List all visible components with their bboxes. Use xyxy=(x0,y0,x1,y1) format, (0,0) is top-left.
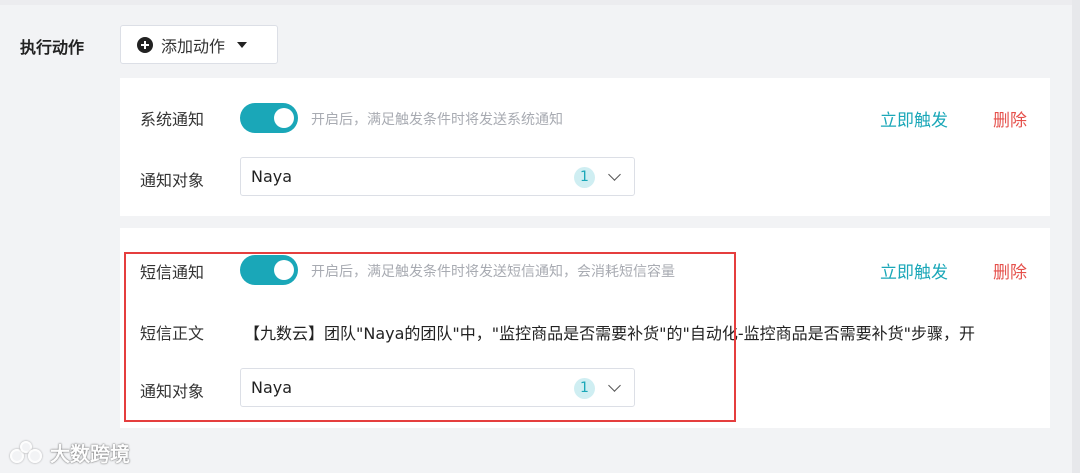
add-action-label: 添加动作 xyxy=(161,36,226,56)
system-target-value: Naya xyxy=(251,167,293,186)
watermark-logo-icon xyxy=(8,439,44,467)
add-action-button[interactable]: 添加动作 xyxy=(120,25,278,64)
system-notification-hint: 开启后，满足触发条件时将发送系统通知 xyxy=(311,112,563,128)
watermark: 大数跨境 xyxy=(8,438,130,467)
sms-target-count-badge: 1 xyxy=(574,378,595,399)
scrollbar-track[interactable] xyxy=(1072,0,1080,473)
system-notification-title: 系统通知 xyxy=(140,110,205,129)
toggle-knob xyxy=(274,260,294,280)
sms-body-text: 【九数云】团队"Naya的团队"中，"监控商品是否需要补货"的"自动化-监控商品… xyxy=(244,324,975,343)
page: 执行动作 添加动作 系统通知 开启后，满足触发条件时将发送系统通知 立即触发 删… xyxy=(0,0,1080,473)
caret-down-icon xyxy=(237,41,248,48)
toggle-knob xyxy=(274,108,294,128)
chevron-down-icon xyxy=(608,379,621,392)
sms-notification-toggle[interactable] xyxy=(240,255,298,285)
sms-notification-title: 短信通知 xyxy=(140,263,205,282)
sms-body-label: 短信正文 xyxy=(140,324,205,343)
plus-circle-icon xyxy=(137,36,153,53)
sms-target-label: 通知对象 xyxy=(140,382,205,401)
system-delete-link[interactable]: 删除 xyxy=(993,106,1027,131)
sms-delete-link[interactable]: 删除 xyxy=(993,258,1027,283)
chevron-down-icon xyxy=(608,168,621,181)
sms-notification-card: 短信通知 开启后，满足触发条件时将发送短信通知，会消耗短信容量 立即触发 删除 … xyxy=(120,228,1050,428)
system-trigger-now-link[interactable]: 立即触发 xyxy=(880,106,948,131)
sms-target-value: Naya xyxy=(251,378,293,397)
system-target-count-badge: 1 xyxy=(574,167,595,188)
system-target-select[interactable]: Naya 1 xyxy=(240,157,635,196)
watermark-text: 大数跨境 xyxy=(50,442,130,466)
system-target-label: 通知对象 xyxy=(140,171,205,190)
section-label: 执行动作 xyxy=(20,38,85,57)
system-notification-card: 系统通知 开启后，满足触发条件时将发送系统通知 立即触发 删除 通知对象 Nay… xyxy=(120,78,1050,216)
system-notification-toggle[interactable] xyxy=(240,103,298,133)
top-divider xyxy=(0,0,1080,5)
sms-target-select[interactable]: Naya 1 xyxy=(240,368,635,407)
sms-trigger-now-link[interactable]: 立即触发 xyxy=(880,258,948,283)
sms-notification-hint: 开启后，满足触发条件时将发送短信通知，会消耗短信容量 xyxy=(311,264,675,280)
